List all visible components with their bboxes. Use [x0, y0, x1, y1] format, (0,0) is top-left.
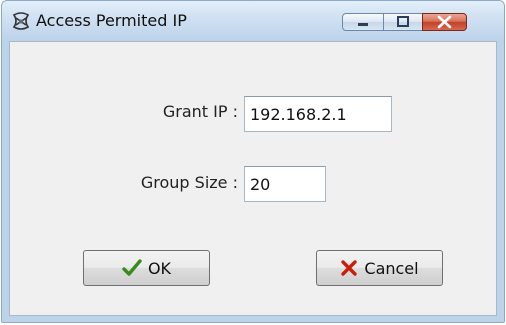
cancel-button[interactable]: Cancel	[316, 250, 443, 286]
ok-button[interactable]: OK	[83, 250, 210, 286]
minimize-icon	[343, 15, 383, 34]
close-button[interactable]	[422, 13, 467, 31]
maximize-button[interactable]	[383, 13, 423, 31]
close-icon	[423, 15, 466, 34]
grant-ip-input[interactable]	[244, 96, 392, 132]
dialog-body: Grant IP : Group Size : OK Cancel	[9, 41, 497, 316]
group-size-input[interactable]	[244, 166, 326, 202]
network-cross-icon	[10, 10, 32, 32]
checkmark-icon	[122, 259, 142, 277]
cancel-button-label: Cancel	[364, 258, 419, 278]
grant-ip-label: Grant IP :	[162, 102, 238, 121]
group-size-label: Group Size :	[140, 173, 238, 192]
title-bar[interactable]: Access Permited IP	[2, 1, 504, 41]
ok-button-label: OK	[147, 258, 172, 278]
x-mark-icon	[340, 259, 358, 277]
window-title: Access Permited IP	[36, 11, 187, 30]
maximize-icon	[384, 15, 422, 34]
dialog-window: Access Permited IP Grant IP : Group Size…	[1, 0, 505, 323]
minimize-button[interactable]	[342, 13, 384, 31]
